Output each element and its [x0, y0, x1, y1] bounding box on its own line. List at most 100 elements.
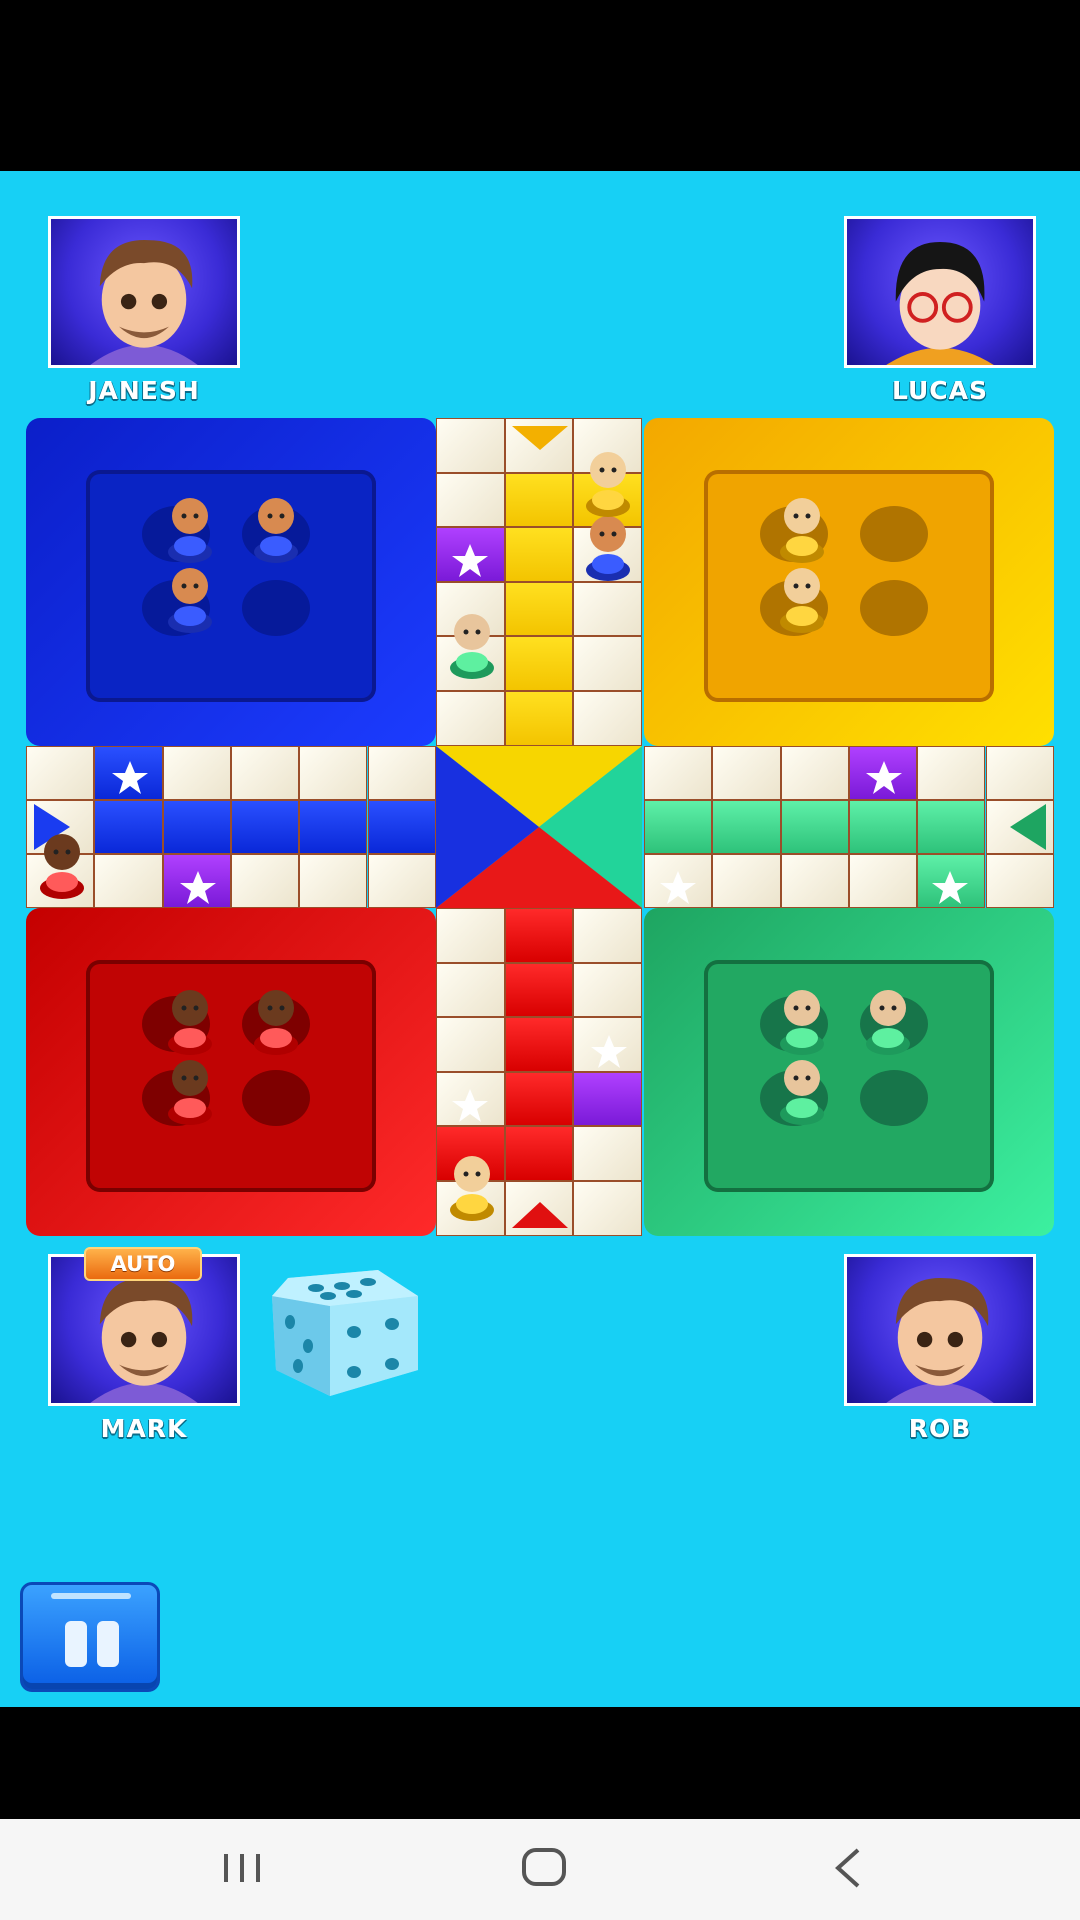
back-icon[interactable] — [808, 1838, 888, 1898]
board-cell — [573, 1126, 642, 1181]
dice[interactable] — [268, 1266, 424, 1400]
bottom-black-bar — [0, 1707, 1080, 1819]
board-cell — [504, 691, 574, 746]
board-cell — [230, 746, 300, 800]
yellow-token[interactable] — [774, 560, 830, 636]
home-blue — [26, 418, 436, 746]
pause-icon-bar — [97, 1621, 119, 1667]
board-cell — [367, 746, 436, 800]
avatar-janesh[interactable] — [48, 216, 240, 368]
player-name-rob: ROB — [908, 1414, 972, 1443]
board-cell — [573, 691, 642, 746]
player-name-lucas: LUCAS — [891, 376, 989, 405]
board-cell — [94, 854, 163, 908]
yellow-token[interactable] — [580, 444, 636, 520]
home-green-inner — [704, 960, 994, 1192]
safe-star-icon — [452, 544, 488, 577]
board-cell — [644, 800, 713, 854]
board-cell — [917, 746, 986, 800]
blue-token[interactable] — [248, 490, 304, 566]
yellow-token[interactable] — [774, 490, 830, 566]
board-cell — [573, 581, 642, 637]
boy-glasses-avatar-icon — [886, 242, 994, 365]
safe-star-icon — [452, 1089, 488, 1122]
board-cell — [573, 636, 642, 691]
pause-button[interactable] — [20, 1582, 160, 1692]
home-icon[interactable] — [504, 1838, 584, 1898]
board-cell — [573, 908, 642, 963]
board-cell — [504, 962, 574, 1018]
board-cell — [367, 854, 436, 908]
board-cell — [436, 472, 505, 528]
boy-beard-avatar-icon — [886, 1278, 994, 1403]
board-cell — [26, 746, 95, 800]
board-cell — [504, 1017, 574, 1072]
red-entry-arrow-icon — [512, 1202, 568, 1228]
status-bar — [0, 0, 1080, 171]
board-cell — [299, 800, 368, 854]
center-home-triangle — [436, 746, 642, 908]
recent-apps-icon[interactable] — [202, 1838, 282, 1898]
board-cell — [985, 746, 1054, 800]
board-cell — [162, 746, 231, 800]
board-cell — [848, 800, 918, 854]
board-cell — [780, 854, 849, 908]
board-cell — [230, 854, 300, 908]
blue-token[interactable] — [162, 560, 218, 636]
board-cell — [504, 527, 574, 582]
board-cell — [436, 1017, 505, 1072]
avatar-lucas[interactable] — [844, 216, 1036, 368]
system-navigation-bar — [0, 1819, 1080, 1920]
board-cell — [230, 800, 300, 854]
green-token[interactable] — [774, 1052, 830, 1128]
board-cell — [780, 800, 849, 854]
board-cell — [504, 636, 574, 691]
yellow-entry-arrow-icon — [512, 426, 568, 450]
red-token[interactable] — [248, 982, 304, 1058]
red-token[interactable] — [162, 982, 218, 1058]
board-cell — [504, 908, 574, 963]
token-slot — [860, 506, 928, 562]
auto-badge: AUTO — [84, 1247, 202, 1281]
board-cell — [644, 746, 713, 800]
green-token[interactable] — [444, 606, 500, 682]
board-cell — [367, 800, 436, 854]
board-cell — [848, 854, 918, 908]
home-green — [644, 908, 1054, 1236]
board-cell — [917, 800, 986, 854]
board-cell — [436, 691, 505, 746]
token-slot — [860, 580, 928, 636]
red-token[interactable] — [34, 826, 90, 902]
green-token[interactable] — [860, 982, 916, 1058]
home-yellow-inner — [704, 470, 994, 702]
safe-star-icon — [660, 871, 696, 904]
blue-token[interactable] — [162, 490, 218, 566]
board-cell — [504, 472, 574, 528]
safe-star-icon — [180, 871, 216, 904]
red-token[interactable] — [162, 1052, 218, 1128]
yellow-token[interactable] — [444, 1148, 500, 1224]
board-cell — [299, 746, 368, 800]
token-slot — [242, 580, 310, 636]
safe-star-icon — [112, 761, 148, 794]
board-cell — [712, 800, 781, 854]
board-cell — [573, 1071, 642, 1127]
board-cell — [780, 746, 849, 800]
home-yellow — [644, 418, 1054, 746]
board-cell — [436, 962, 505, 1018]
board-cell — [504, 1126, 574, 1181]
safe-star-icon — [866, 761, 902, 794]
board-cell — [573, 962, 642, 1018]
avatar-rob[interactable] — [844, 1254, 1036, 1406]
board-cell — [299, 854, 368, 908]
green-entry-arrow-icon — [1010, 804, 1046, 850]
board-cell — [94, 800, 163, 854]
boy-beard-avatar-icon — [90, 240, 198, 365]
safe-star-icon — [932, 871, 968, 904]
board-cell — [985, 854, 1054, 908]
player-name-mark: MARK — [100, 1414, 188, 1443]
pause-icon — [65, 1621, 87, 1667]
pause-shine — [51, 1593, 131, 1599]
green-token[interactable] — [774, 982, 830, 1058]
board-cell — [712, 854, 781, 908]
